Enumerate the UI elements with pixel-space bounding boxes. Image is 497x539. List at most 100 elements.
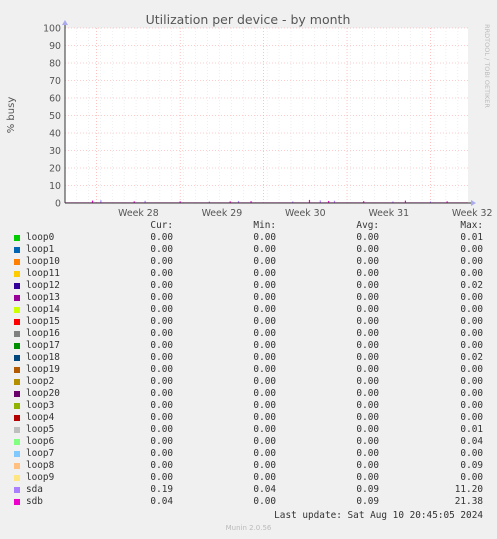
legend-label: loop0 bbox=[26, 232, 55, 243]
legend-label: loop15 bbox=[26, 316, 60, 327]
legend-cur-value: 0.00 bbox=[150, 256, 173, 267]
y-tick-label: 30 bbox=[49, 146, 61, 157]
x-tick-label: Week 32 bbox=[452, 208, 493, 219]
header-avg: Avg: bbox=[356, 220, 379, 231]
y-tick-label: 100 bbox=[43, 24, 61, 35]
legend-avg-value: 0.00 bbox=[356, 316, 379, 327]
legend-swatch bbox=[14, 439, 20, 445]
legend-row: loop4 0.00 0.00 0.00 0.00 bbox=[0, 412, 497, 424]
legend-avg-value: 0.00 bbox=[356, 436, 379, 447]
legend-label: loop6 bbox=[26, 436, 55, 447]
y-tick-label: 10 bbox=[49, 181, 61, 192]
legend-swatch bbox=[14, 319, 20, 325]
legend-cur-value: 0.00 bbox=[150, 364, 173, 375]
legend-max-value: 0.00 bbox=[460, 412, 483, 423]
legend-row: loop9 0.00 0.00 0.00 0.00 bbox=[0, 472, 497, 484]
legend-label: loop4 bbox=[26, 412, 55, 423]
legend-label: loop3 bbox=[26, 400, 55, 411]
legend-swatch bbox=[14, 451, 20, 457]
legend-swatch bbox=[14, 391, 20, 397]
munin-version: Munin 2.0.56 bbox=[225, 524, 272, 532]
legend-swatch bbox=[14, 487, 20, 493]
legend-avg-value: 0.00 bbox=[356, 280, 379, 291]
legend-swatch bbox=[14, 295, 20, 301]
legend-swatch bbox=[14, 331, 20, 337]
legend-min-value: 0.00 bbox=[253, 232, 276, 243]
legend-cur-value: 0.00 bbox=[150, 388, 173, 399]
legend-row: loop6 0.00 0.00 0.00 0.04 bbox=[0, 436, 497, 448]
legend-swatch bbox=[14, 271, 20, 277]
legend-max-value: 0.00 bbox=[460, 256, 483, 267]
legend-row: loop18 0.00 0.00 0.00 0.02 bbox=[0, 352, 497, 364]
legend-label: loop17 bbox=[26, 340, 60, 351]
legend-swatch bbox=[14, 499, 20, 505]
chart-area: Utilization per device - by month % busy… bbox=[6, 12, 493, 219]
legend-label: loop1 bbox=[26, 244, 55, 255]
legend-cur-value: 0.00 bbox=[150, 412, 173, 423]
legend-row: loop5 0.00 0.00 0.00 0.01 bbox=[0, 424, 497, 436]
rrdtool-credit: RRDTOOL / TOBI OETIKER bbox=[483, 24, 491, 108]
legend-avg-value: 0.00 bbox=[356, 328, 379, 339]
legend-max-value: 0.00 bbox=[460, 244, 483, 255]
legend-min-value: 0.00 bbox=[253, 304, 276, 315]
legend-avg-value: 0.00 bbox=[356, 352, 379, 363]
legend-swatch bbox=[14, 403, 20, 409]
header-max: Max: bbox=[460, 220, 483, 231]
legend-avg-value: 0.00 bbox=[356, 472, 379, 483]
legend-max-value: 11.20 bbox=[454, 484, 483, 495]
legend-max-value: 0.00 bbox=[460, 340, 483, 351]
legend-row: loop2 0.00 0.00 0.00 0.00 bbox=[0, 376, 497, 388]
y-axis-arrow bbox=[62, 20, 68, 25]
legend-avg-value: 0.00 bbox=[356, 268, 379, 279]
legend-max-value: 0.00 bbox=[460, 376, 483, 387]
legend-label: loop8 bbox=[26, 460, 55, 471]
legend-cur-value: 0.19 bbox=[150, 484, 173, 495]
legend-cur-value: 0.00 bbox=[150, 316, 173, 327]
legend-row: loop0 0.00 0.00 0.00 0.01 bbox=[0, 232, 497, 244]
legend-max-value: 0.00 bbox=[460, 304, 483, 315]
legend-cur-value: 0.00 bbox=[150, 436, 173, 447]
legend-max-value: 0.00 bbox=[460, 316, 483, 327]
legend-min-value: 0.00 bbox=[253, 352, 276, 363]
legend-max-value: 0.02 bbox=[460, 280, 483, 291]
legend-avg-value: 0.00 bbox=[356, 376, 379, 387]
legend-cur-value: 0.00 bbox=[150, 376, 173, 387]
legend-avg-value: 0.00 bbox=[356, 400, 379, 411]
legend-min-value: 0.00 bbox=[253, 292, 276, 303]
legend-max-value: 0.00 bbox=[460, 328, 483, 339]
legend-min-value: 0.00 bbox=[253, 316, 276, 327]
legend-avg-value: 0.00 bbox=[356, 232, 379, 243]
legend-label: loop7 bbox=[26, 448, 55, 459]
legend-swatch bbox=[14, 355, 20, 361]
legend-min-value: 0.00 bbox=[253, 340, 276, 351]
legend-max-value: 0.01 bbox=[460, 232, 483, 243]
legend-min-value: 0.00 bbox=[253, 424, 276, 435]
x-tick-label: Week 31 bbox=[368, 208, 409, 219]
legend-min-value: 0.00 bbox=[253, 364, 276, 375]
legend-row: loop13 0.00 0.00 0.00 0.00 bbox=[0, 292, 497, 304]
legend-min-value: 0.00 bbox=[253, 496, 276, 507]
x-tick-label: Week 28 bbox=[118, 208, 159, 219]
y-tick-label: 0 bbox=[55, 199, 61, 210]
legend-cur-value: 0.00 bbox=[150, 280, 173, 291]
legend-min-value: 0.00 bbox=[253, 268, 276, 279]
legend-max-value: 0.00 bbox=[460, 400, 483, 411]
legend-swatch bbox=[14, 247, 20, 253]
y-tick-label: 80 bbox=[49, 59, 61, 70]
legend-label: loop11 bbox=[26, 268, 60, 279]
legend-label: loop5 bbox=[26, 424, 55, 435]
legend-avg-value: 0.00 bbox=[356, 292, 379, 303]
legend-max-value: 0.01 bbox=[460, 424, 483, 435]
last-update: Last update: Sat Aug 10 20:45:05 2024 bbox=[274, 510, 483, 521]
legend-label: loop20 bbox=[26, 388, 60, 399]
legend-label: loop9 bbox=[26, 472, 55, 483]
legend-cur-value: 0.00 bbox=[150, 328, 173, 339]
legend-row: loop19 0.00 0.00 0.00 0.00 bbox=[0, 364, 497, 376]
legend-row: loop12 0.00 0.00 0.00 0.02 bbox=[0, 280, 497, 292]
chart-title: Utilization per device - by month bbox=[146, 12, 351, 27]
legend-cur-value: 0.00 bbox=[150, 268, 173, 279]
legend-swatch bbox=[14, 343, 20, 349]
y-tick-label: 20 bbox=[49, 164, 61, 175]
legend-label: loop19 bbox=[26, 364, 60, 375]
legend-label: sdb bbox=[26, 496, 43, 507]
